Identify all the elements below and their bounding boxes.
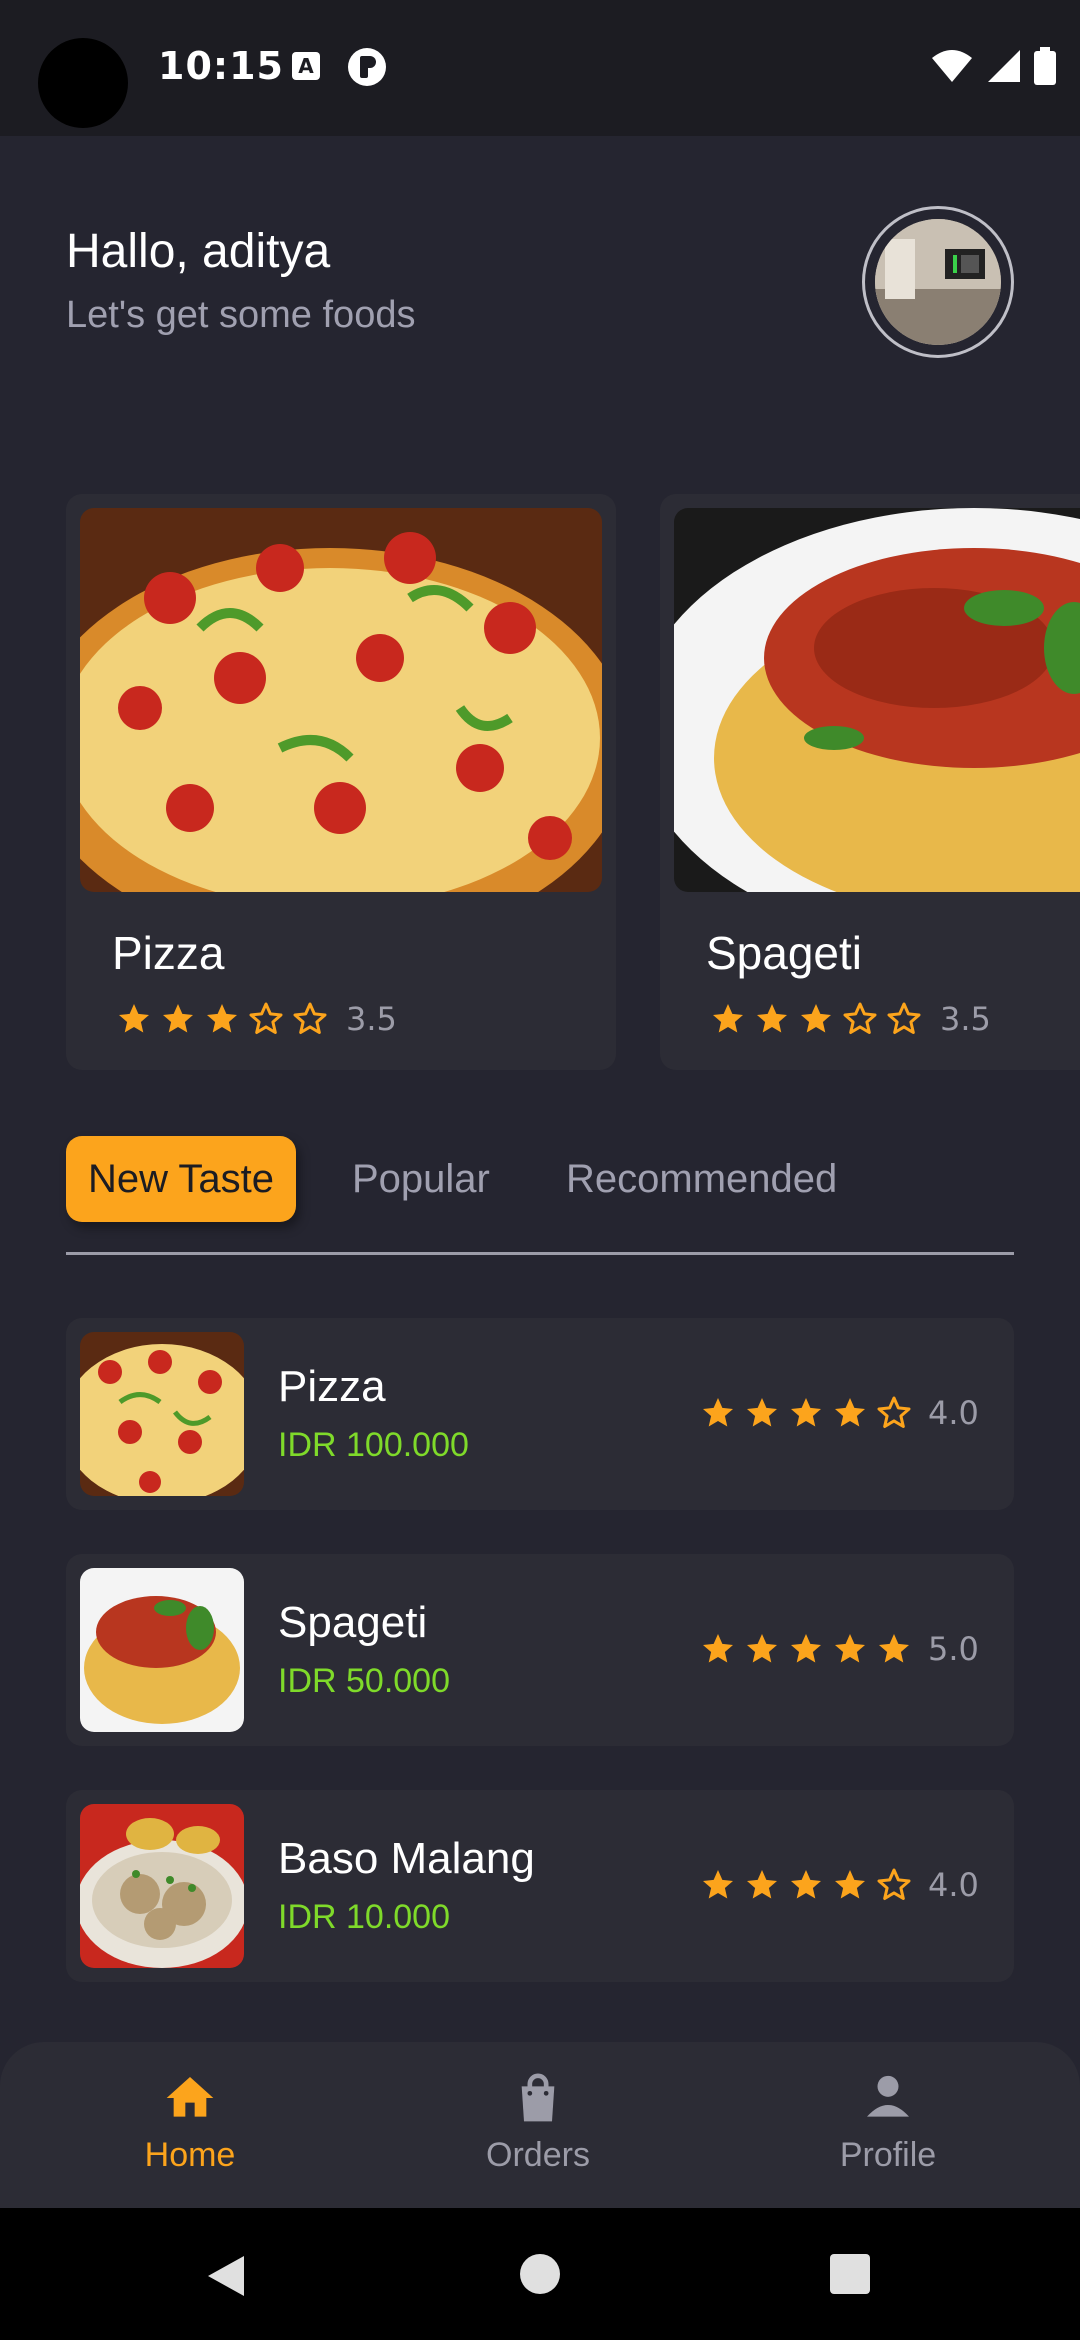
star-filled-icon	[703, 1634, 733, 1663]
status-time: 10:15	[158, 44, 284, 88]
item-rating: 5.0	[700, 1630, 979, 1668]
featured-card-spageti[interactable]: Spageti 3.5	[660, 494, 1080, 1070]
featured-card-title: Spageti	[706, 927, 863, 979]
star-outline-icon	[249, 1002, 283, 1034]
app-notification-icon: A	[292, 52, 320, 80]
star-filled-icon	[163, 1004, 193, 1033]
star-rating	[700, 1395, 912, 1431]
star-outline-icon	[293, 1002, 327, 1034]
nav-home[interactable]: Home	[80, 2070, 300, 2175]
list-item[interactable]: Baso Malang IDR 10.000 4.0	[66, 1790, 1014, 1982]
nav-orders[interactable]: Orders	[428, 2070, 648, 2175]
rating-value: 4.0	[928, 1394, 979, 1432]
star-filled-icon	[747, 1870, 777, 1899]
item-price: IDR 50.000	[278, 1662, 450, 1700]
camera-cutout	[38, 38, 128, 128]
star-rating	[700, 1867, 912, 1903]
item-title: Spageti	[278, 1598, 428, 1647]
pizza-photo	[80, 508, 602, 892]
item-price: IDR 100.000	[278, 1426, 469, 1464]
star-rating	[116, 1001, 328, 1037]
nav-orders-label: Orders	[486, 2136, 590, 2174]
baso-thumbnail	[80, 1804, 244, 1968]
star-filled-icon	[791, 1870, 821, 1899]
spaghetti-thumbnail	[80, 1568, 244, 1732]
spaghetti-photo	[674, 508, 1080, 892]
star-filled-icon	[747, 1398, 777, 1427]
star-filled-icon	[835, 1634, 865, 1663]
battery-icon	[1034, 47, 1056, 85]
signal-icon	[988, 50, 1020, 82]
star-outline-icon	[877, 1868, 911, 1900]
nav-home-label: Home	[144, 2136, 236, 2174]
bag-icon	[521, 2073, 555, 2122]
star-rating	[710, 1001, 922, 1037]
greeting-text: Hallo, aditya	[66, 225, 331, 278]
item-title: Baso Malang	[278, 1834, 535, 1883]
featured-carousel[interactable]: Pizza 3.5 Spageti 3.5	[66, 494, 1080, 1070]
star-outline-icon	[887, 1002, 921, 1034]
rating-value: 3.5	[940, 1000, 991, 1038]
star-filled-icon	[801, 1004, 831, 1033]
list-item[interactable]: Spageti IDR 50.000 5.0	[66, 1554, 1014, 1746]
tab-popular[interactable]: Popular	[352, 1136, 490, 1222]
nav-profile[interactable]: Profile	[778, 2070, 998, 2175]
star-rating	[700, 1631, 912, 1667]
featured-card-pizza[interactable]: Pizza 3.5	[66, 494, 616, 1070]
greeting-subtitle: Let's get some foods	[66, 294, 416, 336]
tab-recommended[interactable]: Recommended	[566, 1136, 837, 1222]
item-title: Pizza	[278, 1362, 386, 1411]
list-item[interactable]: Pizza IDR 100.000 4.0	[66, 1318, 1014, 1510]
item-rating: 4.0	[700, 1866, 979, 1904]
category-tabs: New Taste Popular Recommended	[66, 1136, 1014, 1255]
star-filled-icon	[757, 1004, 787, 1033]
status-indicators	[930, 44, 1056, 88]
star-filled-icon	[207, 1004, 237, 1033]
star-filled-icon	[835, 1398, 865, 1427]
system-navigation-bar	[0, 2208, 1080, 2340]
featured-card-rating: 3.5	[710, 1000, 991, 1038]
pizza-thumbnail	[80, 1332, 244, 1496]
star-filled-icon	[119, 1004, 149, 1033]
star-outline-icon	[843, 1002, 877, 1034]
profile-avatar[interactable]	[862, 206, 1014, 358]
back-icon[interactable]	[202, 2252, 250, 2300]
notification-p-icon	[348, 48, 386, 86]
rating-value: 4.0	[928, 1866, 979, 1904]
item-rating: 4.0	[700, 1394, 979, 1432]
star-filled-icon	[747, 1634, 777, 1663]
recents-icon[interactable]	[828, 2252, 872, 2296]
star-filled-icon	[713, 1004, 743, 1033]
person-icon	[867, 2075, 909, 2117]
featured-card-title: Pizza	[112, 927, 225, 979]
rating-value: 5.0	[928, 1630, 979, 1668]
bottom-navigation: Home Orders Profile	[0, 2042, 1080, 2208]
wifi-icon	[932, 50, 972, 82]
home-icon	[166, 2077, 214, 2117]
star-filled-icon	[791, 1634, 821, 1663]
tab-new-taste[interactable]: New Taste	[66, 1136, 297, 1222]
home-circle-icon[interactable]	[518, 2252, 562, 2296]
item-price: IDR 10.000	[278, 1898, 450, 1936]
tabs-divider	[66, 1252, 1014, 1255]
nav-profile-label: Profile	[839, 2136, 937, 2174]
star-filled-icon	[703, 1398, 733, 1427]
star-filled-icon	[879, 1634, 909, 1663]
star-filled-icon	[791, 1398, 821, 1427]
status-bar: 10:15 A	[0, 0, 1080, 136]
star-outline-icon	[877, 1396, 911, 1428]
star-filled-icon	[835, 1870, 865, 1899]
avatar-image	[875, 219, 1001, 345]
star-filled-icon	[703, 1870, 733, 1899]
rating-value: 3.5	[346, 1000, 397, 1038]
featured-card-rating: 3.5	[116, 1000, 397, 1038]
